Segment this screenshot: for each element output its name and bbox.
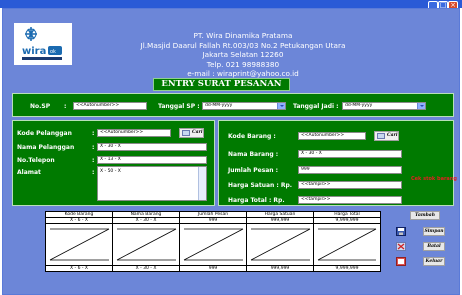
batal-button[interactable]: Batal (396, 241, 446, 252)
company-name: PT. Wira Dinamika Pratama (193, 31, 293, 40)
order-items-table[interactable]: Kode Barang X - 6 - XX - 6 - X Nama Barang… (45, 211, 381, 272)
table-cell: X - 6 - X (46, 265, 112, 271)
batal-label: Batal (423, 242, 445, 251)
no-sp-colon: : (64, 103, 67, 110)
harga-satuan-field[interactable]: <<tampil>> (298, 181, 402, 189)
harga-total-field[interactable]: <<tampil>> (298, 196, 402, 204)
column-placeholder-lines (317, 228, 377, 261)
nama-barang-value: X - 30 - X (301, 151, 322, 156)
cari-pelanggan-label: Cari (192, 130, 203, 135)
nama-pelanggan-field[interactable]: X - 30 - X (97, 143, 207, 151)
title-bar (0, 0, 462, 8)
no-sp-field[interactable]: <<Autonumber>> (73, 102, 147, 110)
keluar-label: Keluar (423, 257, 445, 266)
kode-pelanggan-label: Kode Pelanggan (17, 130, 72, 137)
jumlah-pesan-label: Jumlah Pesan : (228, 167, 279, 174)
kode-barang-field[interactable]: <<Autonumber>> (298, 132, 366, 140)
alamat-colon: : (92, 169, 95, 176)
exit-icon (396, 257, 406, 266)
main-window: _ □ × wira ok PT. Wira Dinamika Pratama … (0, 0, 462, 295)
tanggal-sp-label: Tanggal SP : (158, 103, 200, 110)
harga-satuan-value: <<tampil>> (301, 182, 331, 187)
tambah-label: Tambah (410, 211, 440, 220)
no-telepon-colon: : (92, 157, 95, 164)
alamat-textarea[interactable]: X - 50 - X (97, 166, 207, 201)
tanggal-jadi-value: dd-MM-yyyy (345, 103, 373, 108)
column-placeholder-lines (183, 228, 244, 261)
harga-total-value: <<tampil>> (301, 197, 331, 202)
no-sp-value: <<Autonumber>> (76, 103, 120, 108)
table-cell: 999 (180, 265, 246, 271)
nama-pelanggan-value: X - 30 - X (100, 144, 121, 149)
logo-text: wira (22, 46, 46, 57)
table-cell: 9,999,999 (314, 265, 380, 271)
cari-barang-button[interactable]: Cari (374, 131, 399, 141)
table-cell: 999 (180, 218, 246, 224)
table-cell: X - 6 - X (46, 218, 112, 224)
alamat-scrollbar[interactable] (198, 167, 206, 200)
table-column: Harga Satuan 999,999 999,999 (247, 212, 314, 271)
tanggal-sp-value: dd-MM-yyyy (205, 103, 233, 108)
page-title: ENTRY SURAT PESANAN (153, 78, 290, 91)
table-column: Harga Total 9,999,999 9,999,999 (314, 212, 380, 271)
alamat-label: Alamat (17, 169, 41, 176)
keluar-button[interactable]: Keluar (396, 256, 446, 267)
table-column: Nama Barang X - 30 - XX - 30 - X (113, 212, 180, 271)
column-placeholder-lines (49, 228, 110, 261)
cari-barang-label: Cari (387, 133, 398, 138)
table-cell: X - 30 - X (113, 265, 179, 271)
table-cell: X - 30 - X (113, 218, 179, 224)
column-placeholder-lines (250, 228, 311, 261)
no-telepon-value: X - 13 - X (100, 157, 121, 162)
cari-pelanggan-button[interactable]: Cari (179, 128, 204, 138)
harga-total-label: Harga Total : Rp. (228, 197, 285, 204)
kode-pelanggan-field[interactable]: <<Autonumber>> (97, 129, 171, 137)
jumlah-pesan-value: 999 (301, 167, 310, 172)
search-icon (377, 133, 385, 139)
table-column: Kode Barang X - 6 - XX - 6 - X (46, 212, 113, 271)
kode-pelanggan-colon: : (92, 130, 95, 137)
chevron-down-icon[interactable] (277, 103, 285, 109)
no-telepon-field[interactable]: X - 13 - X (97, 156, 207, 164)
kode-pelanggan-value: <<Autonumber>> (100, 130, 144, 135)
action-buttons: Tambah Simpan Batal Keluar (396, 210, 450, 270)
nama-pelanggan-colon: : (92, 144, 95, 151)
table-column: Jumlah Pesan 999 999 (180, 212, 247, 271)
kode-barang-label: Kode Barang : (228, 133, 276, 140)
company-logo: wira ok (14, 23, 72, 65)
nama-barang-label: Nama Barang : (228, 151, 279, 158)
cancel-icon (396, 242, 406, 251)
kode-barang-value: <<Autonumber>> (301, 133, 345, 138)
stock-warning: Cek stok barang (411, 176, 457, 182)
company-address: Jl.Masjid Daarul Fallah Rt.003/03 No.2 P… (140, 40, 346, 50)
harga-satuan-label: Harga Satuan : Rp. (228, 182, 293, 189)
no-sp-label: No.SP (30, 103, 51, 110)
jumlah-pesan-field[interactable]: 999 (298, 166, 402, 174)
table-cell: 9,999,999 (314, 218, 380, 224)
company-phone: Telp. 021 98988380 (206, 59, 280, 69)
tanggal-jadi-select[interactable]: dd-MM-yyyy (342, 102, 426, 110)
search-icon (182, 130, 190, 136)
logo-subtext: ok (50, 49, 56, 55)
logo-graphic: wira ok (14, 23, 72, 65)
company-info: PT. Wira Dinamika Pratama Jl.Masjid Daar… (103, 31, 383, 79)
company-city: Jakarta Selatan 12260 (202, 50, 284, 59)
no-telepon-label: No.Telepon (17, 157, 55, 164)
column-placeholder-lines (116, 228, 177, 261)
simpan-label: Simpan (423, 227, 445, 236)
tanggal-sp-select[interactable]: dd-MM-yyyy (202, 102, 286, 110)
floppy-icon (396, 227, 406, 236)
nama-barang-field[interactable]: X - 30 - X (298, 150, 402, 158)
table-cell: 999,999 (247, 265, 313, 271)
tambah-button[interactable]: Tambah (396, 210, 446, 221)
alamat-value: X - 50 - X (100, 169, 121, 174)
simpan-button[interactable]: Simpan (396, 226, 446, 237)
tanggal-jadi-label: Tanggal Jadi : (293, 103, 339, 110)
nama-pelanggan-label: Nama Pelanggan (17, 144, 75, 151)
table-cell: 999,999 (247, 218, 313, 224)
chevron-down-icon[interactable] (417, 103, 425, 109)
